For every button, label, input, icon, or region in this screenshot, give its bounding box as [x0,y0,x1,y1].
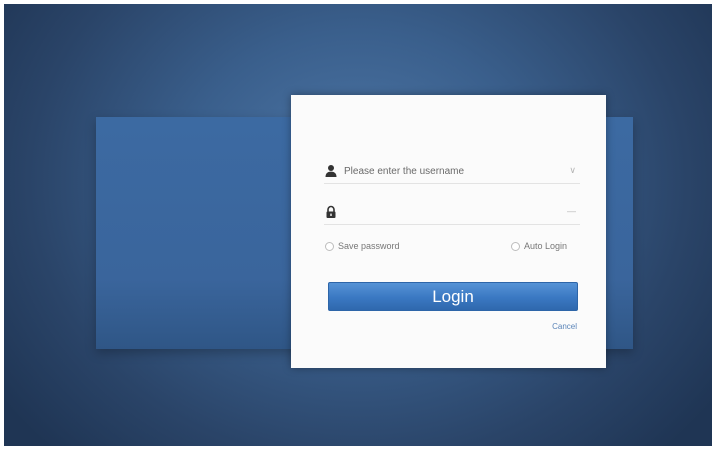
user-icon [324,164,338,178]
cancel-link[interactable]: Cancel [552,322,577,331]
lock-icon [324,205,338,219]
username-dropdown-icon[interactable]: ∨ [569,165,576,176]
login-screen: ∨ — Save password Auto Login Login Cance… [4,4,712,446]
save-password-label: Save password [338,241,400,251]
auto-login-label: Auto Login [524,241,568,251]
login-panel: ∨ — Save password Auto Login Login Cance… [291,95,606,368]
username-input[interactable] [342,161,556,181]
auto-login-option[interactable]: Auto Login [511,239,567,253]
password-field: — [324,202,580,225]
password-input[interactable] [342,202,556,222]
save-password-option[interactable]: Save password [325,239,400,253]
save-password-radio[interactable] [325,241,334,251]
password-hint-icon: — [567,206,576,216]
username-field: ∨ [324,161,580,184]
auto-login-radio[interactable] [511,241,520,251]
login-button[interactable]: Login [328,282,578,311]
